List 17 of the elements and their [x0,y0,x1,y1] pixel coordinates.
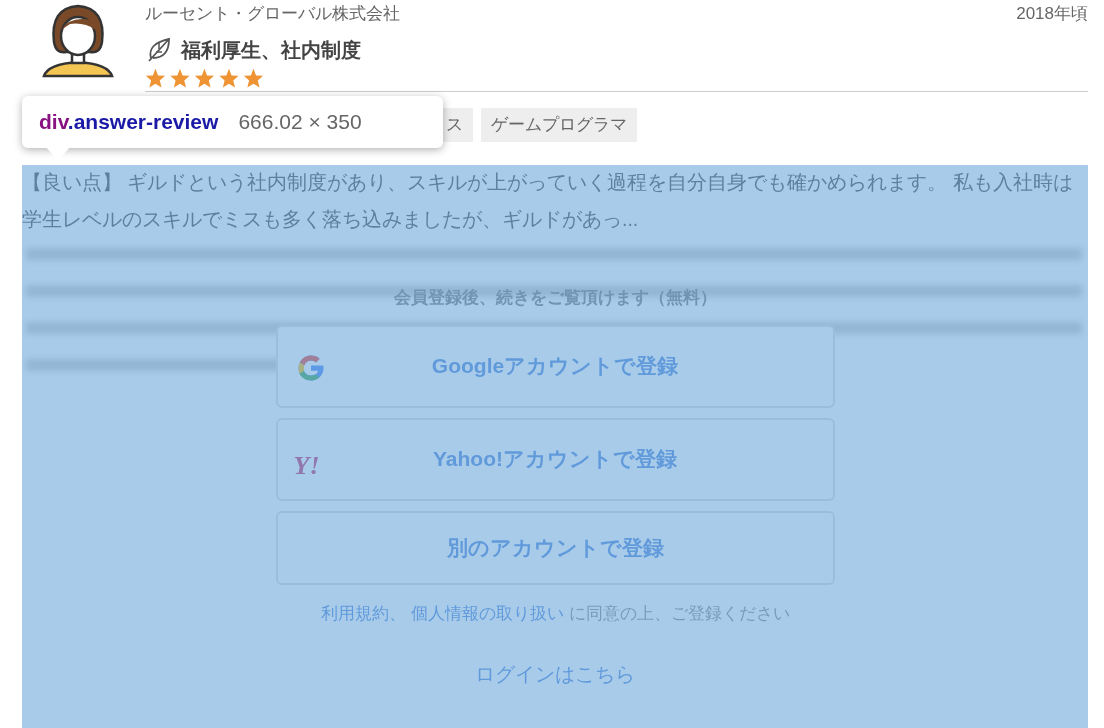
tooltip-size: 666.02 × 350 [238,109,362,136]
google-signup-button[interactable]: Googleアカウントで登録 [275,324,835,408]
terms-link[interactable]: 個人情報の取り扱い [410,600,564,626]
tooltip-class: .answer-review [67,110,219,134]
avatar-icon [40,2,116,78]
category-title: 福利厚生、社内制度 [181,38,361,63]
company-name: ルーセント・グローバル株式会社 [145,3,400,25]
review-year: 2018年頃 [1016,3,1088,25]
yahoo-signup-button[interactable]: Y! Yahoo!アカウントで登録 [275,417,835,501]
leaf-icon [145,36,173,64]
tag[interactable]: ゲームプログラマ [481,108,637,142]
yahoo-logo: Y! [293,449,320,482]
tooltip-tag: div [39,110,68,134]
other-signup-button[interactable]: 別のアカウントで登録 [275,510,835,585]
review-excerpt: 【良い点】 ギルドという社内制度があり、スキルが上がっていく過程を自分自身でも確かめられます。 私も入社時は学生レベルのスキルでミスも多く落ち込みましたが、ギルドがあっ... [22,170,1074,232]
login-link[interactable]: ログインはこちら [475,659,635,689]
terms-link[interactable]: 利用規約、 [320,600,406,626]
